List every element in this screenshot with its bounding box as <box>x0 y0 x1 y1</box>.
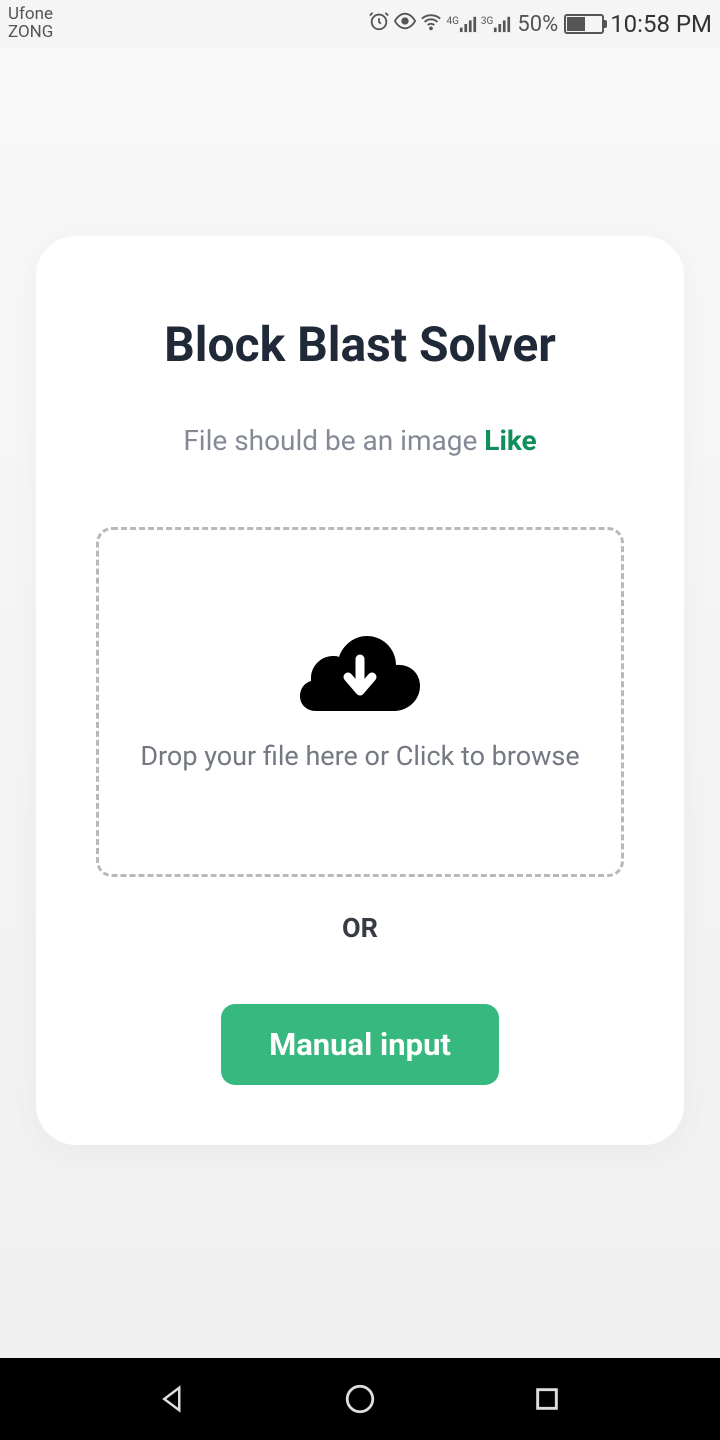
subtitle-text: File should be an image <box>183 424 484 457</box>
home-button[interactable] <box>340 1379 380 1419</box>
wifi-icon <box>420 10 442 38</box>
recents-button[interactable] <box>527 1379 567 1419</box>
back-button[interactable] <box>153 1379 193 1419</box>
battery-percent: 50% <box>517 12 558 37</box>
status-right: 4G 3G 50% 10:58 PM <box>368 10 712 38</box>
drop-instruction: Drop your file here or Click to browse <box>140 740 579 772</box>
carrier-info: Ufone ZONG <box>8 6 53 42</box>
separator-or: OR <box>96 912 624 944</box>
cloud-download-icon <box>300 631 420 715</box>
subtitle: File should be an image Like <box>96 424 624 457</box>
page-title: Block Blast Solver <box>96 316 624 374</box>
like-link[interactable]: Like <box>484 424 536 457</box>
status-bar: Ufone ZONG 4G 3G 50% 10:58 PM <box>0 0 720 48</box>
manual-input-button[interactable]: Manual input <box>221 1004 499 1085</box>
status-icons: 4G 3G <box>368 10 511 38</box>
signal-1: 4G <box>446 15 476 33</box>
android-nav-bar <box>0 1358 720 1440</box>
solver-card: Block Blast Solver File should be an ima… <box>36 236 684 1145</box>
battery-icon <box>564 14 604 34</box>
clock-time: 10:58 PM <box>610 10 712 38</box>
alarm-icon <box>368 10 390 38</box>
file-drop-zone[interactable]: Drop your file here or Click to browse <box>96 527 624 877</box>
eye-icon <box>394 10 416 38</box>
signal-2: 3G <box>481 15 511 33</box>
content-area: Block Blast Solver File should be an ima… <box>0 48 720 1358</box>
carrier-2: ZONG <box>8 24 53 42</box>
